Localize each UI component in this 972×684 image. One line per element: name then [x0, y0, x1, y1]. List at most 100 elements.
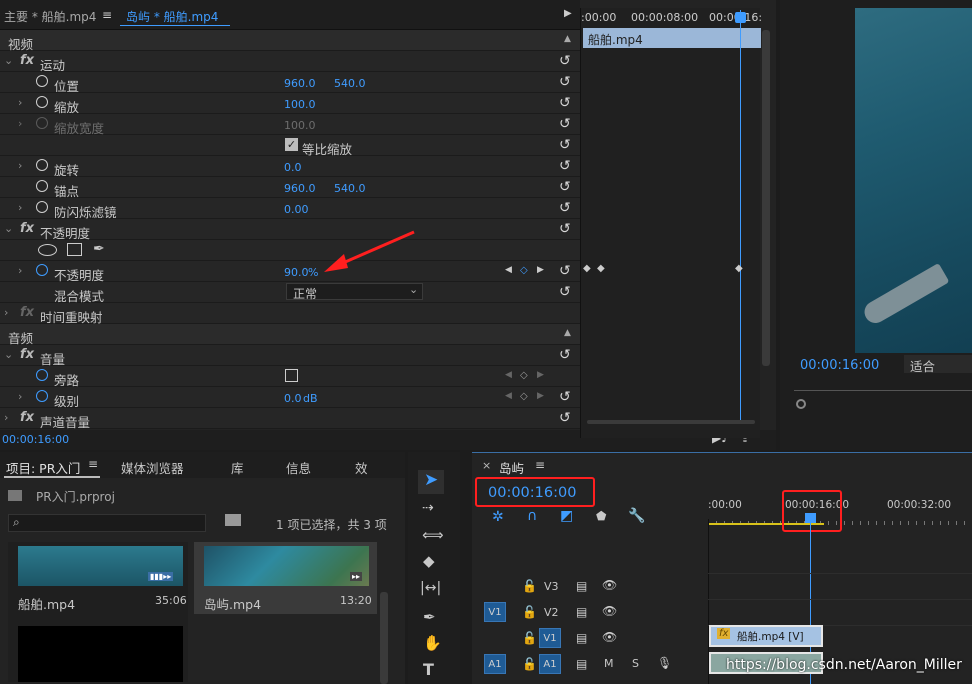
fx-icon[interactable]: fx	[20, 410, 34, 425]
position-y-value[interactable]: 540.0	[334, 77, 366, 90]
chevron-right-icon[interactable]: ›	[18, 264, 22, 277]
position-x-value[interactable]: 960.0	[284, 77, 316, 90]
level-value[interactable]: 0.0	[284, 392, 302, 405]
scale-value[interactable]: 100.0	[284, 98, 316, 111]
reset-icon[interactable]: ↺	[559, 263, 571, 279]
playhead[interactable]	[740, 10, 741, 420]
chevron-down-icon[interactable]: ⌄	[4, 348, 13, 361]
stopwatch-icon[interactable]	[36, 159, 48, 171]
track-target-a1[interactable]: A1	[539, 654, 561, 674]
chevron-right-icon[interactable]: ›	[18, 117, 22, 130]
play-only-icon[interactable]: ▶	[564, 8, 572, 19]
tab-project[interactable]: 项目: PR入门	[6, 458, 80, 477]
chevron-right-icon[interactable]: ›	[4, 306, 8, 319]
prev-keyframe-icon[interactable]: ◀	[505, 370, 512, 380]
project-search-input[interactable]: ⌕	[8, 514, 206, 532]
keyframe-icon[interactable]: ◆	[583, 263, 591, 274]
source-patch-v1[interactable]: V1	[484, 602, 506, 622]
stopwatch-icon[interactable]	[36, 75, 48, 87]
eye-icon[interactable]: 👁	[602, 578, 617, 592]
chevron-right-icon[interactable]: ›	[18, 159, 22, 172]
program-scrub-bar[interactable]	[794, 390, 972, 391]
project-scrollbar[interactable]	[380, 592, 388, 684]
snap-icon[interactable]: ∩	[527, 508, 537, 524]
fit-dropdown[interactable]: 适合	[904, 355, 972, 374]
selection-tool-icon[interactable]: ➤	[424, 470, 438, 490]
reset-icon[interactable]: ↺	[559, 284, 571, 300]
chevron-right-icon[interactable]: ›	[18, 390, 22, 403]
stopwatch-icon[interactable]	[36, 117, 48, 129]
keyframe-icon[interactable]: ◆	[597, 263, 605, 274]
stopwatch-icon[interactable]	[36, 180, 48, 192]
stopwatch-icon[interactable]	[36, 369, 48, 381]
reset-icon[interactable]: ↺	[559, 221, 571, 237]
add-marker-icon[interactable]: ⬟	[596, 509, 606, 523]
reset-icon[interactable]: ↺	[559, 410, 571, 426]
slip-tool-icon[interactable]: |↔|	[420, 580, 441, 596]
chevron-right-icon[interactable]: ›	[4, 411, 8, 424]
solo-button[interactable]: S	[632, 657, 639, 670]
close-icon[interactable]: ×	[482, 459, 491, 472]
flicker-value[interactable]: 0.00	[284, 203, 309, 216]
program-timecode[interactable]: 00:00:16:00	[800, 358, 879, 373]
wrench-icon[interactable]: 🔧	[628, 508, 645, 524]
timeline-tab-name[interactable]: 岛屿	[499, 458, 524, 477]
zoom-handle[interactable]	[796, 399, 806, 409]
stopwatch-icon[interactable]	[36, 390, 48, 402]
new-bin-icon[interactable]	[225, 514, 241, 526]
tab-effects[interactable]: 效	[355, 458, 368, 477]
next-keyframe-icon[interactable]: ▶	[537, 265, 544, 275]
lock-icon[interactable]: 🔓	[522, 605, 537, 619]
rotation-value[interactable]: 0.0	[284, 161, 302, 174]
next-keyframe-icon[interactable]: ▶	[537, 391, 544, 401]
chevron-down-icon[interactable]: ⌄	[4, 54, 13, 67]
timeline-clip-v1[interactable]: fx 船舶.mp4 [V]	[709, 625, 823, 647]
tab-media-browser[interactable]: 媒体浏览器	[121, 458, 184, 477]
mini-timeline-scrollbar[interactable]	[587, 420, 755, 424]
lock-icon[interactable]: 🔓	[522, 657, 537, 671]
pen-mask-icon[interactable]: ✒	[93, 241, 105, 257]
stopwatch-icon[interactable]	[36, 201, 48, 213]
pen-tool-icon[interactable]: ✒	[423, 608, 436, 626]
razor-tool-icon[interactable]: ◆	[423, 552, 435, 570]
blend-mode-dropdown[interactable]: 正常 ⌄	[286, 283, 423, 301]
source-patch-a1[interactable]: A1	[484, 654, 506, 674]
linked-selection-icon[interactable]: ◩	[560, 508, 573, 524]
anchor-x-value[interactable]: 960.0	[284, 182, 316, 195]
tab-main-clip[interactable]: 主要 * 船舶.mp4	[4, 8, 96, 25]
tab-menu-icon[interactable]: ≡	[102, 8, 112, 22]
prev-keyframe-icon[interactable]: ◀	[505, 265, 512, 275]
stopwatch-icon[interactable]	[36, 264, 48, 276]
hand-tool-icon[interactable]: ✋	[423, 634, 442, 652]
eye-icon[interactable]: 👁	[602, 604, 617, 618]
bypass-checkbox[interactable]	[285, 369, 298, 382]
add-keyframe-icon[interactable]: ◇	[520, 265, 528, 276]
stopwatch-icon[interactable]	[36, 96, 48, 108]
effect-controls-scrollbar[interactable]	[762, 30, 770, 366]
reset-icon[interactable]: ↺	[559, 53, 571, 69]
reset-icon[interactable]: ↺	[559, 116, 571, 132]
project-item[interactable]: ▮▮▮▸▸ 船舶.mp4 35:06	[8, 542, 188, 682]
tab-menu-icon[interactable]: ≡	[535, 458, 545, 472]
chevron-down-icon[interactable]: ⌄	[4, 222, 13, 235]
sync-lock-icon[interactable]: ▤	[576, 657, 587, 671]
playhead-handle[interactable]	[735, 12, 746, 23]
reset-icon[interactable]: ↺	[559, 137, 571, 153]
collapse-up-icon[interactable]: ▲	[564, 328, 571, 338]
add-keyframe-icon[interactable]: ◇	[520, 391, 528, 402]
add-keyframe-icon[interactable]: ◇	[520, 370, 528, 381]
track-target-v1[interactable]: V1	[539, 628, 561, 648]
lock-icon[interactable]: 🔓	[522, 579, 537, 593]
effect-controls-timecode[interactable]: 00:00:16:00	[2, 433, 69, 446]
type-tool-icon[interactable]: T	[423, 660, 434, 679]
track-select-tool-icon[interactable]: ⇢	[422, 500, 434, 516]
reset-icon[interactable]: ↺	[559, 95, 571, 111]
sync-lock-icon[interactable]: ▤	[576, 579, 587, 593]
reset-icon[interactable]: ↺	[559, 74, 571, 90]
anchor-y-value[interactable]: 540.0	[334, 182, 366, 195]
ellipse-mask-icon[interactable]	[38, 244, 57, 256]
keyframe-icon[interactable]: ◆	[735, 263, 743, 274]
eye-icon[interactable]: 👁	[602, 630, 617, 644]
chevron-right-icon[interactable]: ›	[18, 96, 22, 109]
sync-lock-icon[interactable]: ▤	[576, 631, 587, 645]
